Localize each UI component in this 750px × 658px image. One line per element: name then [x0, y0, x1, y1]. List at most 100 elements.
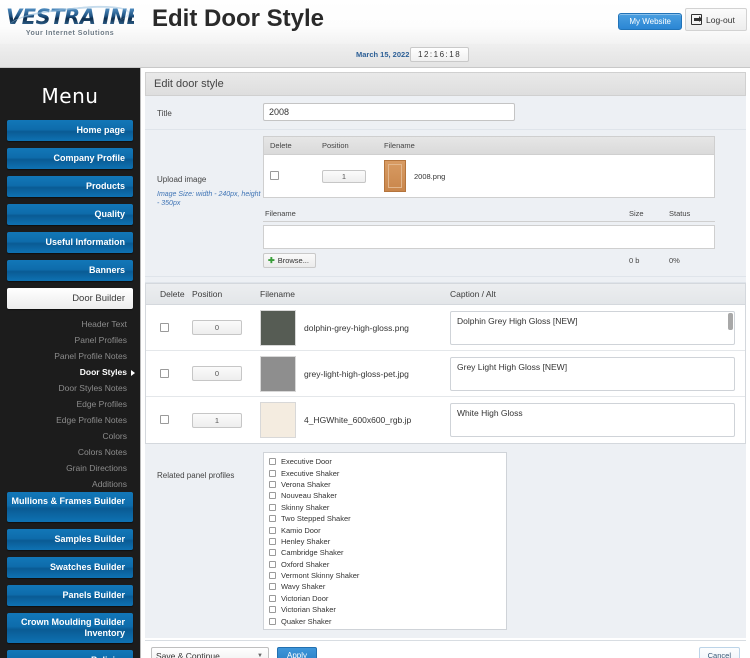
row-delete-checkbox[interactable]: [160, 322, 169, 332]
caption-alt-input[interactable]: Grey Light High Gloss [NEW]: [450, 356, 735, 391]
related-profile-checkbox[interactable]: [269, 503, 276, 511]
sidebar-item-quality[interactable]: Quality: [7, 204, 133, 225]
related-profile-option[interactable]: Executive Door: [269, 456, 506, 467]
related-profile-checkbox[interactable]: [269, 458, 276, 466]
vestra-inet-logo[interactable]: VESTRA INET Your Internet Solutions: [6, 1, 155, 40]
logout-button[interactable]: Log-out: [685, 8, 747, 31]
sidebar-subitem-edge-profiles[interactable]: Edge Profiles: [4, 396, 136, 412]
door-image-thumbnail[interactable]: [384, 160, 406, 192]
uploader-header: Filename Size Status: [263, 206, 715, 222]
sidebar-subitem-colors[interactable]: Colors: [4, 428, 136, 444]
save-action-select[interactable]: Save & Continue ▼: [151, 647, 269, 658]
related-profile-checkbox[interactable]: [269, 617, 276, 625]
related-profile-option[interactable]: Oxford Shaker: [269, 559, 506, 570]
title-input[interactable]: [263, 103, 515, 121]
uploader-col-status: Status: [669, 209, 691, 218]
related-profile-checkbox[interactable]: [269, 480, 276, 488]
my-website-button[interactable]: My Website: [618, 13, 682, 30]
sidebar-subitem-colors-notes[interactable]: Colors Notes: [4, 444, 136, 460]
apply-button[interactable]: Apply: [277, 647, 318, 658]
related-profile-option[interactable]: Henley Shaker: [269, 536, 506, 547]
uploader-footer: ✚ Browse... 0 b 0%: [263, 253, 715, 268]
related-profile-checkbox[interactable]: [269, 537, 276, 545]
sidebar-subitem-grain-directions[interactable]: Grain Directions: [4, 460, 136, 476]
title-label: Title: [157, 109, 172, 118]
table-row: 1 2008.png: [264, 155, 714, 197]
related-profile-option[interactable]: Vermont Skinny Shaker: [269, 570, 506, 581]
related-profile-option[interactable]: Quaker Shaker: [269, 615, 506, 626]
related-profile-checkbox[interactable]: [269, 526, 276, 534]
related-profile-option[interactable]: Skinny Shaker: [269, 502, 506, 513]
row-delete-checkbox[interactable]: [160, 415, 169, 424]
related-profile-option[interactable]: Wavy Shaker: [269, 581, 506, 592]
sidebar-item-swatches-builder[interactable]: Swatches Builder: [7, 557, 133, 578]
sidebar-item-useful-information[interactable]: Useful Information: [7, 232, 133, 253]
row-filename: 4_HGWhite_600x600_rgb.jp: [304, 415, 412, 425]
browse-button[interactable]: ✚ Browse...: [263, 253, 316, 268]
sidebar-subitem-header-text[interactable]: Header Text: [4, 316, 136, 332]
related-profile-option[interactable]: Victorian Shaker: [269, 604, 506, 615]
logout-arrow-icon: [691, 14, 702, 25]
image-thumbnail[interactable]: [260, 355, 296, 392]
related-profile-checkbox[interactable]: [269, 583, 276, 591]
app-window: VESTRA INET Your Internet Solutions Edit…: [0, 0, 750, 658]
related-profile-checkbox[interactable]: [269, 549, 276, 557]
related-profile-checkbox[interactable]: [269, 492, 276, 500]
row-filename: 2008.png: [414, 171, 446, 181]
upload-image-row: Upload image Image Size: width - 240px, …: [145, 130, 746, 277]
row-delete-checkbox[interactable]: [270, 171, 279, 180]
related-profile-checkbox[interactable]: [269, 515, 276, 523]
sidebar-subitem-door-styles-notes[interactable]: Door Styles Notes: [4, 380, 136, 396]
image-thumbnail[interactable]: [260, 309, 296, 346]
row-position-input[interactable]: 1: [192, 412, 242, 428]
title-row: Title: [145, 96, 746, 130]
related-profile-checkbox[interactable]: [269, 572, 276, 580]
uploader-dropzone[interactable]: [263, 225, 715, 249]
col-position: Position: [192, 289, 223, 299]
sidebar-item-samples-builder[interactable]: Samples Builder: [7, 529, 133, 550]
sidebar-item-door-builder[interactable]: Door Builder: [7, 288, 133, 309]
sidebar-item-crown-moulding-builder-inventory[interactable]: Crown Moulding Builder Inventory: [7, 613, 133, 643]
caption-scrollbar[interactable]: [728, 312, 733, 330]
edit-door-style-form: Title Upload image Image Size: width - 2…: [141, 96, 750, 638]
sidebar-subitem-panel-profile-notes[interactable]: Panel Profile Notes: [4, 348, 136, 364]
row-position-input[interactable]: 0: [192, 366, 242, 381]
sidebar-item-panels-builder[interactable]: Panels Builder: [7, 585, 133, 606]
cancel-button[interactable]: Cancel: [698, 647, 740, 658]
related-profile-checkbox[interactable]: [269, 560, 276, 568]
row-delete-checkbox[interactable]: [160, 368, 169, 378]
related-profile-checkbox[interactable]: [269, 469, 276, 477]
sidebar-item-mullions-frames-builder[interactable]: Mullions & Frames Builder: [7, 492, 133, 522]
related-profile-option[interactable]: Kamio Door: [269, 524, 506, 535]
related-profile-option[interactable]: K (.5/8" Thickness): [269, 627, 506, 630]
sidebar-item-policies[interactable]: Policies: [7, 650, 133, 658]
related-profile-option[interactable]: Two Stepped Shaker: [269, 513, 506, 524]
related-profile-option[interactable]: Cambridge Shaker: [269, 547, 506, 558]
col-filename: Filename: [260, 289, 295, 299]
sidebar-item-company-profile[interactable]: Company Profile: [7, 148, 133, 169]
related-profile-checkbox[interactable]: [269, 629, 276, 630]
related-panel-profiles-list[interactable]: Executive Door Executive Shaker Verona Sha…: [263, 452, 507, 630]
related-profile-option[interactable]: Verona Shaker: [269, 479, 506, 490]
sidebar-subitem-door-styles[interactable]: Door Styles: [4, 364, 136, 380]
caption-alt-input[interactable]: Dolphin Grey High Gloss [NEW]: [450, 310, 735, 345]
related-profile-label: Cambridge Shaker: [281, 548, 344, 558]
related-profile-checkbox[interactable]: [269, 606, 276, 614]
upload-image-label: Upload image: [157, 175, 207, 184]
sidebar-item-home-page[interactable]: Home page: [7, 120, 133, 141]
table-row: 0 grey-light-high-gloss-pet.jpg Grey Light…: [146, 351, 745, 397]
related-profile-option[interactable]: Nouveau Shaker: [269, 490, 506, 501]
caption-alt-input[interactable]: White High Gloss: [450, 403, 735, 437]
sidebar-subitem-edge-profile-notes[interactable]: Edge Profile Notes: [4, 412, 136, 428]
sidebar-subitem-additions[interactable]: Additions: [4, 476, 136, 492]
sidebar-item-products[interactable]: Products: [7, 176, 133, 197]
sidebar-item-banners[interactable]: Banners: [7, 260, 133, 281]
image-thumbnail[interactable]: [260, 402, 296, 438]
related-profile-label: Nouveau Shaker: [281, 491, 337, 501]
row-position-input[interactable]: 0: [192, 320, 242, 335]
sidebar-subitem-panel-profiles[interactable]: Panel Profiles: [4, 332, 136, 348]
row-position-input[interactable]: 1: [322, 169, 366, 183]
related-profile-option[interactable]: Executive Shaker: [269, 467, 506, 478]
related-profile-checkbox[interactable]: [269, 594, 276, 602]
related-profile-option[interactable]: Victorian Door: [269, 593, 506, 604]
